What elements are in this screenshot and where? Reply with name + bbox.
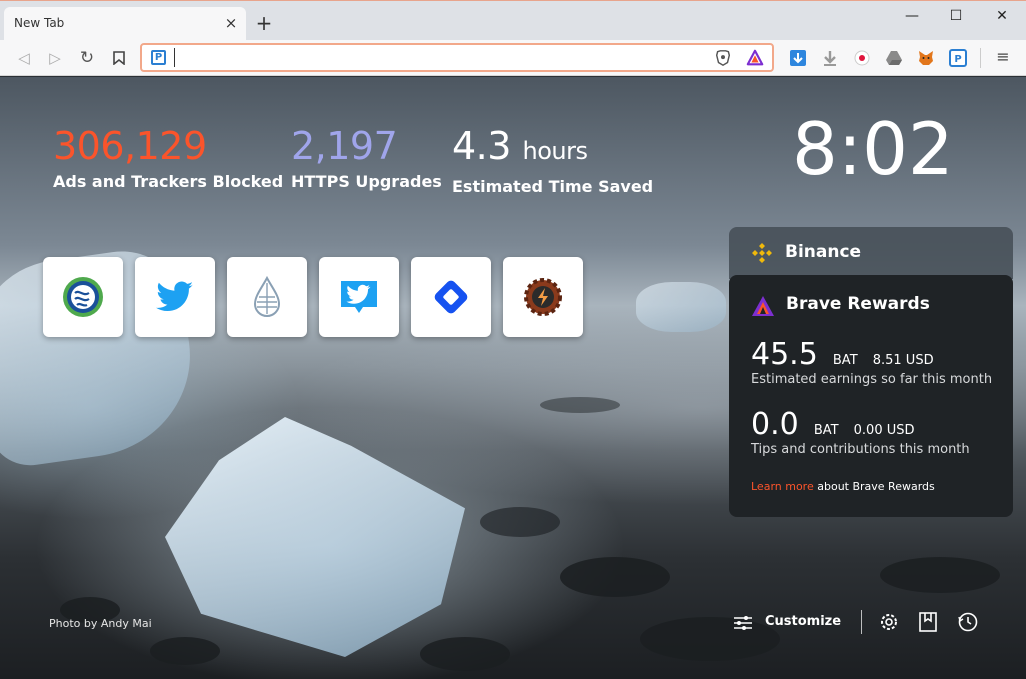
tips-amount: 0.0 (751, 407, 799, 442)
brave-rewards-icon[interactable] (746, 49, 764, 67)
site-favicon-icon: P (151, 50, 166, 65)
minimize-button[interactable]: — (897, 5, 927, 27)
address-bar[interactable]: P (140, 43, 774, 72)
photo-credit: Photo by Andy Mai (49, 617, 152, 630)
earnings-usd: 8.51 USD (872, 353, 934, 368)
earnings-currency: BAT (832, 353, 858, 368)
new-tab-button[interactable]: + (254, 13, 274, 33)
stat-https-upgrades: 2,197 HTTPS Upgrades (291, 124, 442, 191)
tab-title: New Tab (14, 16, 65, 30)
bookmark-button[interactable] (109, 48, 129, 68)
browser-toolbar: ◁ ▷ ↻ P P ≡ (0, 40, 1026, 76)
background-ice-far (636, 282, 726, 332)
top-site-tile[interactable] (503, 257, 583, 337)
background-rock (880, 557, 1000, 593)
svg-text:P: P (954, 54, 961, 65)
tweetdeck-icon (341, 281, 377, 313)
back-button[interactable]: ◁ (14, 48, 34, 68)
forward-button[interactable]: ▷ (45, 48, 65, 68)
customize-button[interactable]: Customize (733, 611, 843, 635)
gear-bolt-icon (524, 278, 562, 316)
twitter-icon (156, 281, 193, 312)
menu-button[interactable]: ≡ (994, 47, 1012, 67)
time-saved-value: 4.3 (452, 124, 511, 168)
background-rock (150, 637, 220, 665)
background-rock (480, 507, 560, 537)
top-site-tile[interactable] (319, 257, 399, 337)
tab-new-tab[interactable]: New Tab × (4, 7, 246, 41)
top-site-tile[interactable] (411, 257, 491, 337)
pocket-extension-icon[interactable]: P (949, 49, 967, 67)
toolbar-divider (980, 48, 981, 68)
ads-blocked-count: 306,129 (53, 124, 207, 168)
customize-label: Customize (765, 614, 842, 629)
background-rock (560, 557, 670, 597)
tips-description: Tips and contributions this month (751, 442, 970, 457)
tips-currency: BAT (813, 423, 839, 438)
bat-logo-icon (752, 296, 774, 316)
time-saved-unit: hours (522, 137, 588, 165)
ads-blocked-label: Ads and Trackers Blocked (53, 172, 284, 191)
top-site-tile[interactable] (43, 257, 123, 337)
sliders-icon (734, 616, 752, 630)
background-rock (420, 637, 510, 671)
stat-ads-blocked: 306,129 Ads and Trackers Blocked (53, 124, 283, 191)
https-upgrades-label: HTTPS Upgrades (291, 172, 442, 191)
learn-more-text: Learn more about Brave Rewards (751, 480, 935, 493)
earnings-description: Estimated earnings so far this month (751, 372, 993, 387)
earnings-amount-row: 45.5 BAT 8.51 USD (751, 337, 934, 372)
learn-more-link[interactable]: Learn more (751, 480, 814, 493)
reload-button[interactable]: ↻ (77, 48, 97, 68)
tab-close-icon[interactable]: × (222, 14, 240, 32)
binance-logo-icon (752, 243, 772, 263)
tips-amount-row: 0.0 BAT 0.00 USD (751, 407, 915, 442)
settings-gear-icon[interactable] (878, 611, 900, 633)
download-icon[interactable] (821, 49, 839, 67)
metamask-fox-icon[interactable] (917, 49, 935, 67)
bookmarks-icon[interactable] (918, 611, 938, 633)
new-tab-page: 306,129 Ads and Trackers Blocked 2,197 H… (0, 77, 1026, 679)
learn-more-rest: about Brave Rewards (817, 480, 935, 493)
background-rock (540, 397, 620, 413)
https-upgrades-count: 2,197 (291, 124, 398, 168)
google-drive-icon[interactable] (885, 49, 903, 67)
bookmark-icon (113, 51, 125, 66)
drop-icon (253, 275, 281, 317)
top-site-tile[interactable] (227, 257, 307, 337)
diamond-icon (434, 280, 468, 314)
binance-widget[interactable]: Binance (729, 227, 1013, 279)
top-site-tile[interactable] (135, 257, 215, 337)
maximize-button[interactable]: ☐ (941, 5, 971, 27)
steem-icon (63, 277, 103, 317)
rewards-title: Brave Rewards (786, 294, 930, 314)
stat-time-saved: 4.3 hours Estimated Time Saved (452, 124, 653, 196)
title-bar: New Tab × + — ☐ ✕ (0, 0, 1026, 41)
download-arrow-icon[interactable] (789, 49, 807, 67)
tips-usd: 0.00 USD (853, 423, 915, 438)
url-input[interactable] (174, 48, 694, 67)
clock: 8:02 (792, 107, 954, 191)
history-clock-icon[interactable] (957, 611, 979, 633)
binance-title: Binance (785, 242, 862, 262)
close-window-button[interactable]: ✕ (987, 5, 1017, 27)
background-ice-main (165, 417, 465, 657)
earnings-amount: 45.5 (751, 337, 818, 372)
brave-shields-icon[interactable] (714, 49, 732, 67)
footer-divider (861, 610, 862, 634)
brave-rewards-widget: Brave Rewards 45.5 BAT 8.51 USD Estimate… (729, 275, 1013, 517)
time-saved-label: Estimated Time Saved (452, 177, 654, 196)
record-icon[interactable] (853, 49, 871, 67)
